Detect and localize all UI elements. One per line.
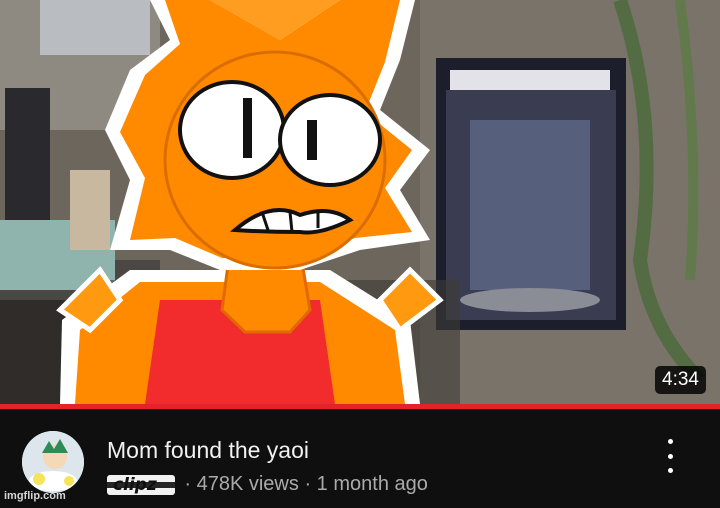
menu-dot: [667, 468, 673, 473]
video-info-row[interactable]: Mom found the yaoi clipz · 478K views · …: [0, 409, 720, 508]
more-vert-icon[interactable]: [660, 439, 680, 473]
meta-separator-2: ·: [304, 473, 312, 495]
view-count: 478K views: [196, 473, 299, 495]
upload-age: 1 month ago: [316, 473, 428, 495]
menu-dot: [667, 453, 673, 459]
video-title[interactable]: Mom found the yaoi: [107, 437, 309, 464]
thumbnail-scene: [0, 0, 720, 404]
avatar-art: [22, 431, 84, 493]
video-thumbnail[interactable]: 4:34: [0, 0, 720, 404]
imgflip-watermark: imgflip.com: [4, 490, 66, 502]
channel-name[interactable]: clipz: [107, 475, 175, 495]
meta-separator: ·: [184, 473, 192, 495]
duration-badge: 4:34: [655, 366, 706, 394]
video-meta: clipz · 478K views · 1 month ago: [107, 473, 428, 496]
channel-avatar[interactable]: [22, 431, 84, 493]
menu-dot: [667, 439, 673, 444]
